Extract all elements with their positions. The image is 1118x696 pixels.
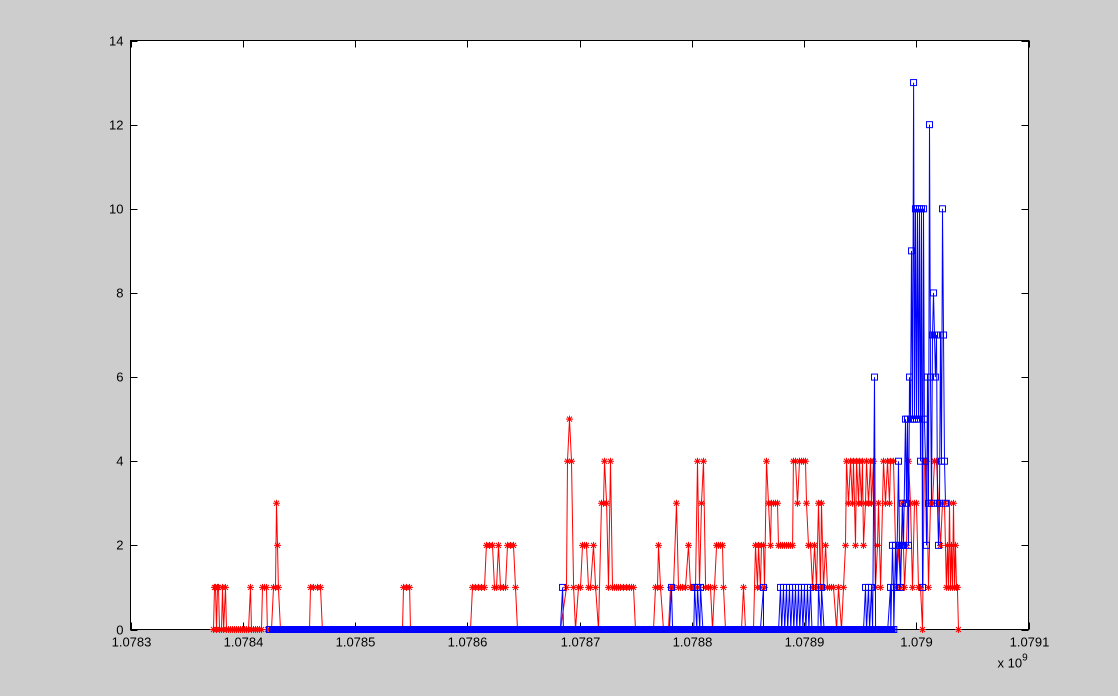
figure-window: 1.07831.07841.07851.07861.07871.07881.07… [0,0,1118,696]
asterisk-marker [406,584,413,591]
asterisk-marker [317,584,324,591]
asterisk-marker [719,542,726,549]
x-tick-label: 1.0788 [673,635,713,650]
y-tick-label: 10 [109,202,123,217]
x-tick-label: 1.079 [900,635,933,650]
asterisk-marker [955,626,962,633]
chart-canvas: 1.07831.07841.07851.07861.07871.07881.07… [0,0,1118,696]
y-tick-label: 2 [116,538,123,553]
asterisk-marker [767,542,774,549]
asterisk-marker [860,542,867,549]
x-tick-label: 1.0784 [224,635,264,650]
asterisk-marker [603,500,610,507]
asterisk-marker [913,500,920,507]
asterisk-marker [510,542,517,549]
x-tick-label: 1.0789 [785,635,825,650]
y-tick-label: 0 [116,623,123,638]
asterisk-marker [852,542,859,549]
asterisk-marker [657,584,664,591]
asterisk-marker [803,500,810,507]
asterisk-marker [685,542,692,549]
asterisk-marker [950,500,957,507]
asterisk-marker [811,542,818,549]
y-tick-label: 6 [116,370,123,385]
asterisk-marker [840,584,847,591]
asterisk-marker [886,500,893,507]
asterisk-marker [275,584,282,591]
asterisk-marker [698,500,705,507]
y-tick-label: 4 [116,454,123,469]
asterisk-marker [954,584,961,591]
asterisk-marker [630,584,637,591]
asterisk-marker [673,500,680,507]
asterisk-marker [700,458,707,465]
asterisk-marker [774,500,781,507]
y-tick-label: 12 [109,118,123,133]
asterisk-marker [818,500,825,507]
asterisk-marker [875,500,882,507]
asterisk-marker [952,542,959,549]
y-tick-label: 8 [116,286,123,301]
asterisk-marker [711,584,718,591]
asterisk-marker [720,584,727,591]
asterisk-marker [247,584,254,591]
y-tick-label: 14 [109,34,123,49]
asterisk-marker [577,584,584,591]
asterisk-marker [763,458,770,465]
asterisk-marker [273,500,280,507]
asterisk-marker [849,500,856,507]
asterisk-marker [222,584,229,591]
asterisk-marker [512,584,519,591]
plot-area [131,41,1029,630]
asterisk-marker [789,542,796,549]
asterisk-marker [919,626,926,633]
x-tick-label: 1.0786 [448,635,488,650]
asterisk-marker [740,584,747,591]
asterisk-marker [607,458,614,465]
asterisk-marker [822,542,829,549]
x-tick-label: 1.0791 [1010,635,1050,650]
x-axis-exponent-label: x 109 [998,653,1029,671]
asterisk-marker [655,542,662,549]
asterisk-marker [901,584,908,591]
asterisk-marker [563,584,570,591]
asterisk-marker [694,458,701,465]
asterisk-marker [502,584,509,591]
asterisk-marker [590,542,597,549]
asterisk-marker [263,584,270,591]
asterisk-marker [842,542,849,549]
x-tick-label: 1.0785 [336,635,376,650]
asterisk-marker [495,542,502,549]
x-tick-label: 1.0787 [561,635,601,650]
asterisk-marker [583,542,590,549]
asterisk-marker [566,416,573,423]
asterisk-marker [274,542,281,549]
asterisk-marker [481,584,488,591]
asterisk-marker [877,584,884,591]
asterisk-marker [794,500,801,507]
asterisk-marker [802,458,809,465]
asterisk-marker [592,584,599,591]
asterisk-marker [568,458,575,465]
asterisk-marker [760,542,767,549]
